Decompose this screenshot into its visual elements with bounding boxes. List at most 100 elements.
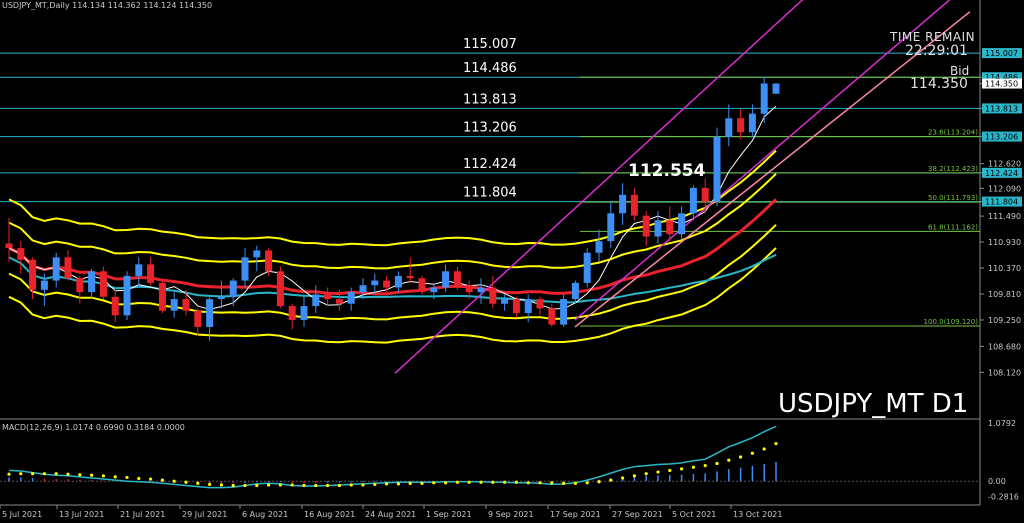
price-tick-label: 111.490 — [988, 212, 1021, 221]
macd-signal-dot — [337, 483, 341, 488]
macd-signal-dot — [219, 483, 223, 487]
macd-signal-dot — [255, 483, 259, 488]
macd-signal-dot — [727, 458, 731, 462]
candle — [701, 187, 709, 202]
price-tick-label: 112.620 — [988, 160, 1021, 169]
macd-signal-dot — [680, 467, 684, 471]
macd-tick-label: 0.00 — [988, 477, 1006, 486]
price-tick-label: 108.120 — [988, 368, 1021, 377]
level-label: 115.007 — [463, 37, 517, 52]
symbol-watermark: USDJPY_MT D1 — [778, 389, 969, 419]
macd-signal-dot — [762, 447, 766, 451]
price-tick-label: 108.680 — [988, 342, 1021, 351]
candle — [666, 220, 674, 235]
macd-signal-dot — [491, 480, 495, 484]
fib-label: 100.0(109.120) — [924, 318, 979, 326]
candle — [548, 308, 556, 325]
date-tick-label: 9 Sep 2021 — [488, 510, 534, 519]
macd-signal-dot — [243, 483, 247, 488]
macd-signal-dot — [479, 480, 483, 484]
candle — [583, 252, 591, 283]
candle — [501, 299, 509, 304]
macd-signal-dot — [750, 451, 755, 455]
candle — [147, 264, 155, 283]
macd-signal-dot — [514, 480, 519, 484]
candle — [465, 285, 473, 293]
macd-signal-dot — [30, 472, 35, 476]
macd-line — [8, 425, 777, 489]
macd-signal-dot — [326, 483, 330, 488]
candle — [772, 83, 780, 94]
candle — [335, 299, 343, 304]
candle — [512, 299, 520, 314]
candle — [229, 280, 237, 297]
current-price-tag-label: 114.350 — [985, 80, 1018, 89]
macd-signal-dot — [125, 475, 129, 480]
chart-window: 115.007 114.486 113.813 113.206 112.424 111.8… — [0, 0, 1024, 523]
candle — [406, 275, 414, 279]
candle — [206, 299, 214, 327]
fib-label: 23.6(113.204) — [928, 129, 978, 137]
macd-signal-dot — [715, 461, 719, 466]
candle — [453, 271, 461, 286]
candle — [111, 296, 119, 316]
candle — [29, 259, 37, 290]
date-tick-label: 1 Sep 2021 — [426, 510, 472, 519]
channel-line — [394, 0, 804, 374]
candle — [536, 299, 544, 309]
macd-signal-dot — [7, 472, 11, 476]
date-tick-label: 21 Jul 2021 — [120, 510, 165, 519]
macd-signal-dot — [609, 478, 613, 482]
candle — [642, 215, 650, 237]
date-tick-label: 17 Sep 2021 — [550, 510, 601, 519]
date-tick-label: 13 Jul 2021 — [59, 510, 104, 519]
macd-signal-dot — [78, 473, 82, 477]
candle — [760, 83, 768, 114]
macd-signal-dot — [774, 441, 778, 446]
macd-signal-dot — [550, 481, 554, 485]
macd-signal-dot — [632, 474, 637, 478]
macd-signal-dot — [278, 483, 282, 487]
date-tick-label: 29 Jul 2021 — [182, 510, 227, 519]
macd-signal-dot — [656, 470, 660, 474]
macd-signal-dot — [585, 481, 589, 485]
date-tick-label: 24 Aug 2021 — [365, 510, 416, 519]
candle — [560, 299, 568, 325]
price-tick-label: 110.370 — [988, 264, 1021, 273]
candle — [194, 310, 202, 327]
candle — [725, 118, 733, 137]
candle — [524, 299, 532, 314]
candle — [442, 271, 450, 288]
candle — [678, 213, 686, 235]
candle — [371, 280, 379, 286]
macd-signal-dot — [314, 483, 318, 488]
price-tick-label: 109.250 — [988, 316, 1021, 325]
macd-signal-dot — [455, 480, 459, 484]
candle — [383, 280, 391, 288]
macd-signal-dot — [267, 483, 271, 487]
macd-signal-dot — [621, 476, 625, 480]
candle — [359, 285, 367, 293]
level-tag-label: 113.813 — [985, 104, 1018, 113]
candle — [418, 278, 426, 293]
macd-signal-dot — [208, 482, 212, 487]
macd-header: MACD(12,26,9) 1.0174 0.6990 0.3184 0.000… — [2, 423, 185, 432]
candle — [170, 299, 178, 311]
macd-signal-dot — [149, 477, 153, 481]
level-label: 113.813 — [463, 92, 517, 107]
macd-signal-dot — [385, 482, 389, 486]
candle — [76, 278, 84, 293]
macd-signal-dot — [361, 483, 365, 487]
candle — [312, 294, 320, 307]
macd-signal-dot — [113, 475, 117, 479]
candle — [595, 241, 603, 253]
price-chart: 115.007 114.486 113.813 113.206 112.424 111.8… — [0, 0, 1022, 519]
macd-signal-dot — [302, 483, 306, 488]
candle — [489, 287, 497, 304]
level-label: 114.486 — [463, 61, 517, 76]
macd-signal-dot — [444, 481, 448, 485]
macd-signal-dot — [66, 472, 70, 476]
macd-signal-dot — [90, 473, 94, 477]
candle — [347, 292, 355, 304]
date-tick-label: 5 Jul 2021 — [2, 510, 42, 519]
